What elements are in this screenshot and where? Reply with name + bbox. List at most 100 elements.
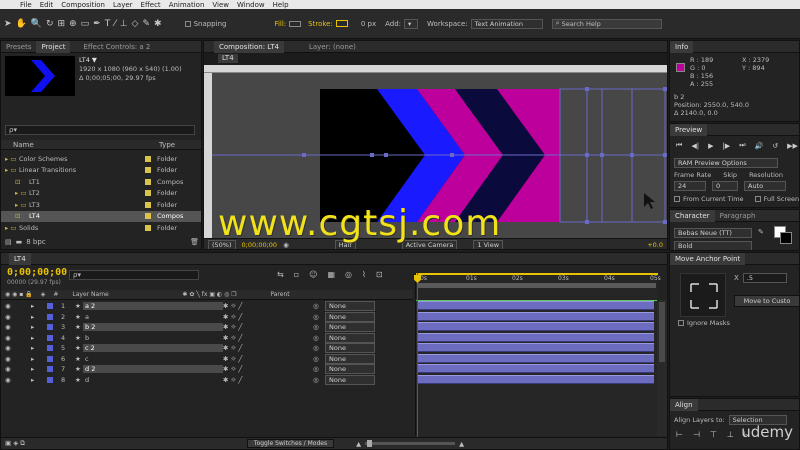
layer-name[interactable]: c 2 — [83, 344, 223, 353]
layer-label-color[interactable] — [47, 376, 53, 383]
project-item[interactable]: ▸ ▭ Color Schemes Folder — [1, 153, 201, 165]
track-area[interactable] — [415, 300, 658, 436]
col-parent[interactable]: Parent — [270, 291, 289, 298]
layer-duration-bar[interactable] — [418, 343, 654, 352]
project-item[interactable]: ⊡ LT4 Compos — [1, 210, 201, 222]
layer-label-color[interactable] — [47, 366, 53, 373]
layer-name[interactable]: b — [83, 334, 223, 342]
layer-switches[interactable]: ✱ ☼ ╱ — [223, 365, 313, 373]
layer-name[interactable]: a 2 — [83, 302, 223, 311]
frame-rate-dropdown[interactable]: 24 — [674, 181, 706, 191]
layer-label-color[interactable] — [47, 345, 53, 352]
col-name[interactable]: Name — [13, 141, 159, 149]
project-item[interactable]: ▸ ▭ Linear Transitions Folder — [1, 165, 201, 177]
pick-whip-icon[interactable]: ◎ — [313, 313, 325, 321]
toggle-switches-modes-button[interactable]: Toggle Switches / Modes — [246, 439, 335, 448]
brainstorm-icon[interactable]: ⊡ — [376, 270, 383, 279]
layer-name[interactable]: d — [83, 376, 223, 384]
from-current-checkbox[interactable] — [674, 196, 680, 202]
anchor-x-input[interactable]: .5 — [742, 273, 787, 283]
work-area-bar[interactable] — [418, 283, 656, 288]
label-color-swatch[interactable] — [145, 167, 151, 174]
pick-whip-icon[interactable]: ◎ — [313, 365, 325, 373]
expand-arrow-icon[interactable]: ▸ — [31, 355, 39, 363]
project-item[interactable]: ▸ ▭ LT2 Folder — [1, 188, 201, 200]
parent-dropdown[interactable]: None — [325, 332, 375, 343]
project-item[interactable]: ▸ ▭ LT3 Folder — [1, 199, 201, 211]
search-help-box[interactable]: ⌕ Search Help — [551, 18, 662, 29]
parent-dropdown[interactable]: None — [325, 374, 375, 385]
pan-behind-tool-icon[interactable]: ⊕ — [69, 19, 77, 29]
bpc-label[interactable]: 8 bpc — [26, 238, 45, 246]
menu-item-animation[interactable]: Animation — [169, 1, 205, 9]
menu-item-file[interactable]: File — [20, 1, 32, 9]
pick-whip-icon[interactable]: ◎ — [313, 355, 325, 363]
col-layer-name[interactable]: Layer Name — [72, 291, 182, 298]
tab-timeline-lt4[interactable]: LT4 — [9, 253, 31, 265]
graph-editor-icon[interactable]: ⌇ — [362, 270, 366, 279]
comp-mini-flowchart-icon[interactable]: ⇆ — [277, 270, 284, 279]
tab-info[interactable]: Info — [670, 41, 694, 53]
tab-character[interactable]: Character — [670, 210, 715, 222]
layer-label-color[interactable] — [47, 324, 53, 331]
hand-tool-icon[interactable]: ✋ — [16, 19, 27, 29]
layer-row[interactable]: ◉ ▸ 7 ★ d 2 ✱ ☼ ╱ ◎ None — [1, 364, 413, 375]
eye-icon[interactable]: ◉ — [5, 323, 31, 331]
tab-composition[interactable]: Composition: LT4 — [214, 41, 284, 53]
comp-name[interactable]: LT4 ▼ — [79, 56, 182, 65]
layer-row[interactable]: ◉ ▸ 5 ★ c 2 ✱ ☼ ╱ ◎ None — [1, 343, 413, 354]
selection-tool-icon[interactable]: ➤ — [4, 19, 12, 29]
puppet-tool-icon[interactable]: ✱ — [154, 19, 162, 29]
pick-whip-icon[interactable]: ◎ — [313, 302, 325, 310]
play-icon[interactable]: ▶ — [708, 142, 713, 150]
font-style-dropdown[interactable]: Bold — [674, 241, 752, 250]
layer-switches[interactable]: ✱ ☼ ╱ — [223, 334, 313, 342]
expand-arrow-icon[interactable]: ▸ — [31, 376, 39, 384]
label-color-swatch[interactable] — [145, 224, 151, 231]
layer-switches[interactable]: ✱ ☼ ╱ — [223, 313, 313, 321]
shy-icon[interactable]: ☺ — [309, 270, 317, 279]
layer-row[interactable]: ◉ ▸ 3 ★ b 2 ✱ ☼ ╱ ◎ None — [1, 322, 413, 333]
align-left-icon[interactable]: ⊢ — [676, 430, 683, 439]
align-right-icon[interactable]: ⊤ — [710, 430, 717, 439]
layer-row[interactable]: ◉ ▸ 1 ★ a 2 ✱ ☼ ╱ ◎ None — [1, 301, 413, 312]
layer-label-color[interactable] — [47, 303, 53, 310]
menu-item-composition[interactable]: Composition — [61, 1, 105, 9]
frame-blend-icon[interactable]: ▦ — [327, 270, 335, 279]
motion-blur-icon[interactable]: ◎ — [345, 270, 352, 279]
menu-item-edit[interactable]: Edit — [40, 1, 54, 9]
clone-tool-icon[interactable]: ⊥ — [120, 19, 128, 29]
eye-icon[interactable]: ◉ — [5, 355, 31, 363]
label-color-swatch[interactable] — [145, 201, 151, 208]
parent-dropdown[interactable]: None — [325, 322, 375, 333]
ram-preview-dropdown[interactable]: RAM Preview Options — [674, 158, 778, 168]
comp-chip[interactable]: LT4 — [218, 54, 238, 63]
zoom-in-icon[interactable]: ▲ — [459, 440, 464, 448]
full-screen-checkbox[interactable] — [754, 196, 761, 202]
mask-tool-icon[interactable]: ▭ — [81, 19, 90, 29]
layer-switches[interactable]: ✱ ☼ ╱ — [223, 302, 313, 310]
layer-row[interactable]: ◉ ▸ 8 ★ d ✱ ☼ ╱ ◎ None — [1, 374, 413, 386]
layer-switches[interactable]: ✱ ☼ ╱ — [223, 344, 313, 352]
time-ruler[interactable]: 0s 01s 02s 03s 04s 05s — [415, 273, 661, 299]
menu-item-view[interactable]: View — [212, 1, 229, 9]
timeline-timecode[interactable]: 0;00;00;00 — [7, 267, 67, 278]
layer-label-color[interactable] — [47, 313, 53, 320]
stroke-color-swatch[interactable] — [780, 232, 792, 244]
fill-swatch[interactable] — [289, 20, 302, 27]
layer-switches[interactable]: ✱ ☼ ╱ — [223, 355, 313, 363]
menu-item-layer[interactable]: Layer — [113, 1, 133, 9]
layer-name[interactable]: a — [83, 313, 223, 321]
zoom-tool-icon[interactable]: 🔍 — [31, 19, 42, 29]
time-navigator[interactable] — [416, 273, 658, 275]
label-color-swatch[interactable] — [145, 155, 151, 162]
pen-tool-icon[interactable]: ✒ — [93, 19, 101, 29]
zoom-slider[interactable] — [365, 440, 456, 447]
camera-tool-icon[interactable]: ⊞ — [58, 19, 66, 29]
parent-dropdown[interactable]: None — [325, 343, 375, 354]
ram-preview-icon[interactable]: ▶▶ — [787, 142, 798, 150]
eye-icon[interactable]: ◉ — [5, 334, 31, 342]
align-top-icon[interactable]: ⊥ — [727, 430, 734, 439]
tab-align[interactable]: Align — [670, 399, 698, 411]
label-color-swatch[interactable] — [145, 213, 151, 220]
